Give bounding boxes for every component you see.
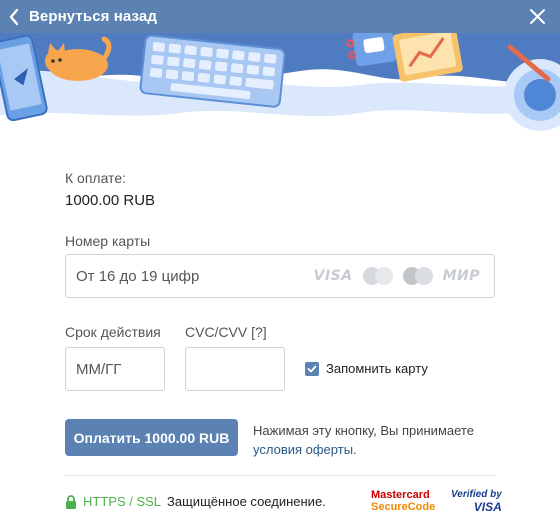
card-number-label: Номер карты — [65, 233, 151, 249]
cvc-label: CVC/CVV [?] — [185, 324, 267, 340]
banner-illustration — [0, 33, 560, 143]
divider — [65, 475, 495, 476]
mastercard-line1: Mastercard — [371, 489, 430, 501]
mastercard-icon — [402, 267, 433, 285]
secure-text: Защищённое соединение. — [167, 494, 326, 509]
cvc-input[interactable] — [196, 348, 276, 390]
back-button[interactable]: Вернуться назад — [8, 0, 157, 33]
expiry-input[interactable] — [76, 348, 156, 390]
terms-link[interactable]: условия оферты — [253, 442, 353, 457]
visa-logo: VISA — [313, 268, 353, 284]
visa-badge-line2: VISA — [473, 500, 502, 514]
mastercard-securecode-logo: Mastercard SecureCode — [371, 489, 435, 513]
pay-button[interactable]: Оплатить 1000.00 RUB — [65, 419, 238, 456]
terms-suffix: . — [353, 442, 357, 457]
amount-label: К оплате: — [65, 170, 126, 186]
verified-by-visa-logo: Verified by VISA — [451, 489, 502, 513]
card-number-field: VISA МИР — [65, 254, 495, 298]
mastercard-line2: SecureCode — [371, 501, 436, 513]
close-icon[interactable] — [529, 8, 546, 25]
chevron-left-icon — [9, 8, 19, 25]
card-number-input[interactable] — [76, 255, 306, 297]
top-bar: Вернуться назад — [0, 0, 560, 33]
remember-card-label: Запомнить карту — [326, 361, 428, 376]
terms-notice: Нажимая эту кнопку, Вы принимаете услови… — [253, 421, 513, 459]
remember-card-checkbox[interactable]: Запомнить карту — [305, 361, 428, 376]
expiry-label: Срок действия — [65, 324, 161, 340]
mir-logo: МИР — [442, 268, 480, 284]
secure-connection: HTTPS / SSL Защищённое соединение. — [65, 494, 326, 509]
amount-value: 1000.00 RUB — [65, 192, 156, 209]
decorative-banner — [0, 33, 560, 143]
maestro-icon — [362, 267, 393, 285]
card-brands: VISA МИР — [314, 267, 480, 285]
https-label: HTTPS / SSL — [83, 494, 162, 509]
cvc-field — [185, 347, 285, 391]
expiry-field — [65, 347, 165, 391]
checkbox[interactable] — [305, 361, 319, 376]
checkmark-icon — [307, 365, 317, 372]
terms-text: Нажимая эту кнопку, Вы принимаете — [253, 423, 474, 438]
back-label: Вернуться назад — [29, 8, 157, 25]
lock-icon — [66, 494, 76, 509]
